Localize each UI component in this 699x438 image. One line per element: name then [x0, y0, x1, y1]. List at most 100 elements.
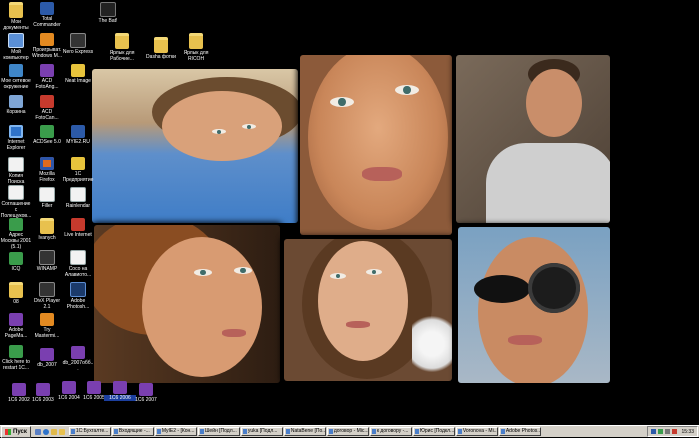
- desktop-icon-shortcut-desktop[interactable]: Ярлык для Рабочие...: [106, 33, 138, 62]
- desktop-icon-firefox[interactable]: Mozilla Firefox: [31, 157, 63, 183]
- desktop-icon-08[interactable]: 08: [0, 282, 32, 305]
- volume-icon[interactable]: [665, 429, 671, 434]
- document-icon: [70, 250, 86, 265]
- desktop-icon-total-commander[interactable]: Total Commander: [31, 2, 63, 28]
- quick-launch: [34, 428, 65, 435]
- folder-icon: [189, 33, 203, 49]
- firefox-icon: [40, 157, 54, 170]
- desktop-icon-live-internet[interactable]: Live Internet: [62, 218, 94, 238]
- folder-icon: [40, 218, 54, 234]
- desktop-icon-neat-image[interactable]: Neat Image: [62, 64, 94, 84]
- desktop-icon-1c6-2007[interactable]: 1C6 2007: [130, 383, 162, 403]
- rar-icon: [12, 383, 26, 396]
- desktop-icon-network[interactable]: Мое сетевое окружение: [0, 64, 32, 90]
- desktop-icon-db-2007[interactable]: db_2007: [31, 348, 63, 368]
- desktop-icon-my-documents[interactable]: Мои документы: [0, 2, 32, 31]
- task-button-contract[interactable]: договор - Mic...: [326, 427, 369, 436]
- clock[interactable]: 15:33: [681, 429, 694, 435]
- task-button-inbox[interactable]: Входящие -...: [111, 427, 154, 436]
- desktop-icon-acdsee[interactable]: ACDSee 5.0: [31, 125, 63, 145]
- desktop-icon-agreement[interactable]: Соглашение с Полещуков...: [0, 185, 32, 219]
- task-button-photoshop[interactable]: Adobe Photos...: [498, 427, 541, 436]
- show-desktop-icon[interactable]: [34, 428, 41, 435]
- computer-icon: [8, 33, 24, 48]
- desktop-icon-media-player[interactable]: Проигрыват. Windows M...: [31, 33, 63, 59]
- rar-icon: [139, 383, 153, 396]
- task-button-voronova[interactable]: Voronova - Mi...: [455, 427, 498, 436]
- rar-icon: [113, 381, 127, 394]
- task-button-to-contract[interactable]: к договору -...: [369, 427, 412, 436]
- collage-photo-6: [458, 227, 610, 383]
- collage-photo-1: [92, 69, 298, 223]
- the-bat-icon: [100, 2, 116, 17]
- icq-icon: [9, 252, 23, 265]
- 1c-icon: [71, 157, 85, 170]
- task-button-1c-accounting[interactable]: 1С:Бухгалте...: [68, 427, 111, 436]
- desktop-icon-nero[interactable]: Nero Express: [62, 33, 94, 55]
- document-icon: [8, 157, 24, 172]
- desktop-icon-ivanych[interactable]: Ivanych: [31, 218, 63, 241]
- desktop-icon-myie2[interactable]: MYIE2.RU: [62, 125, 94, 145]
- desktop-icon-winamp[interactable]: WINAMP: [31, 250, 63, 272]
- system-tray: 15:33: [647, 426, 698, 437]
- desktop-icon-filler[interactable]: Filler: [31, 187, 63, 209]
- document-icon: [8, 185, 24, 200]
- desktop-icon-pagemaker[interactable]: Adobe PageMa...: [0, 313, 32, 339]
- desktop-icon-icq[interactable]: ICQ: [0, 252, 32, 272]
- desktop-icon-dasha-photos[interactable]: Dasha фотки: [145, 37, 177, 60]
- rar-icon: [62, 381, 76, 394]
- pagemaker-icon: [9, 313, 23, 326]
- total-commander-icon: [40, 2, 54, 15]
- desktop-icon-1c-enterprise[interactable]: 1С Предприятие: [62, 157, 94, 183]
- desktop-icon-internet-explorer[interactable]: Internet Explorer: [0, 125, 32, 151]
- desktop-icon-mastermind[interactable]: Try Mastermi...: [31, 313, 63, 339]
- desktop-icon-recycle-bin[interactable]: Корзина: [0, 95, 32, 115]
- collage-photo-2: [300, 55, 452, 235]
- address-icon: [9, 218, 23, 231]
- mastermind-icon: [40, 313, 54, 326]
- rar-icon: [87, 381, 101, 394]
- windows-logo-icon: [5, 428, 11, 435]
- desktop-icon-divx[interactable]: DivX Player 2.1: [31, 282, 63, 310]
- antivirus-icon[interactable]: [672, 429, 678, 434]
- desktop-icon-address-moscow[interactable]: Адрес Москвы 2001 (5.1): [0, 218, 32, 250]
- collage-photo-4: [94, 225, 280, 383]
- task-button-shein[interactable]: Шейн [Подл...: [197, 427, 240, 436]
- network-icon[interactable]: [658, 429, 664, 434]
- desktop-icon-acd-fotoang[interactable]: ACD FotoAng...: [31, 64, 63, 90]
- desktop-icon-photoshop[interactable]: Adobe Photosh...: [62, 282, 94, 310]
- start-button[interactable]: Пуск: [1, 425, 31, 438]
- desktop-icon-db-2007-obb[interactable]: db_2007обб...: [62, 346, 94, 372]
- acd-icon: [40, 95, 54, 108]
- filler-icon: [39, 187, 55, 202]
- photoshop-icon: [70, 282, 86, 297]
- live-internet-icon: [71, 218, 85, 231]
- desktop-icon-the-bat[interactable]: The Bat!: [92, 2, 124, 24]
- rainlendar-icon: [70, 187, 86, 202]
- nero-icon: [70, 33, 86, 48]
- task-button-yuris[interactable]: Юрис [Подкл...: [412, 427, 455, 436]
- desktop-icon-restart-1c[interactable]: Click here to restart 1C...: [0, 345, 32, 371]
- desktop-icon-coco[interactable]: Coco на Алавиото...: [62, 250, 94, 278]
- language-icon[interactable]: [651, 429, 657, 434]
- media-player-icon: [40, 33, 54, 46]
- email-icon[interactable]: [50, 428, 57, 435]
- desktop-icon-search-copy[interactable]: Копия Поиска: [0, 157, 32, 185]
- rar-icon: [36, 383, 50, 396]
- rar-icon: [71, 346, 85, 359]
- folder-icon[interactable]: [58, 428, 65, 435]
- desktop-icon-acd-fotocan[interactable]: ACD FotoCan...: [31, 95, 63, 121]
- folder-icon: [154, 37, 168, 53]
- task-button-yuka[interactable]: yuka [Подл...: [240, 427, 283, 436]
- rar-icon: [40, 348, 54, 361]
- divx-icon: [39, 282, 55, 297]
- collage-photo-3: [456, 55, 610, 223]
- collage-photo-5: [284, 239, 452, 381]
- desktop-icon-rainlendar[interactable]: Rainlendar: [62, 187, 94, 209]
- task-button-natabene[interactable]: NataBene [По...: [283, 427, 326, 436]
- desktop-icon-ricoh[interactable]: Ярлык для RICOH: [180, 33, 212, 62]
- task-button-myie2[interactable]: MyIE2 - [Кон...: [154, 427, 197, 436]
- desktop-icon-my-computer[interactable]: Мой компьютер: [0, 33, 32, 61]
- 1c-restart-icon: [9, 345, 23, 358]
- internet-explorer-icon[interactable]: [42, 428, 49, 435]
